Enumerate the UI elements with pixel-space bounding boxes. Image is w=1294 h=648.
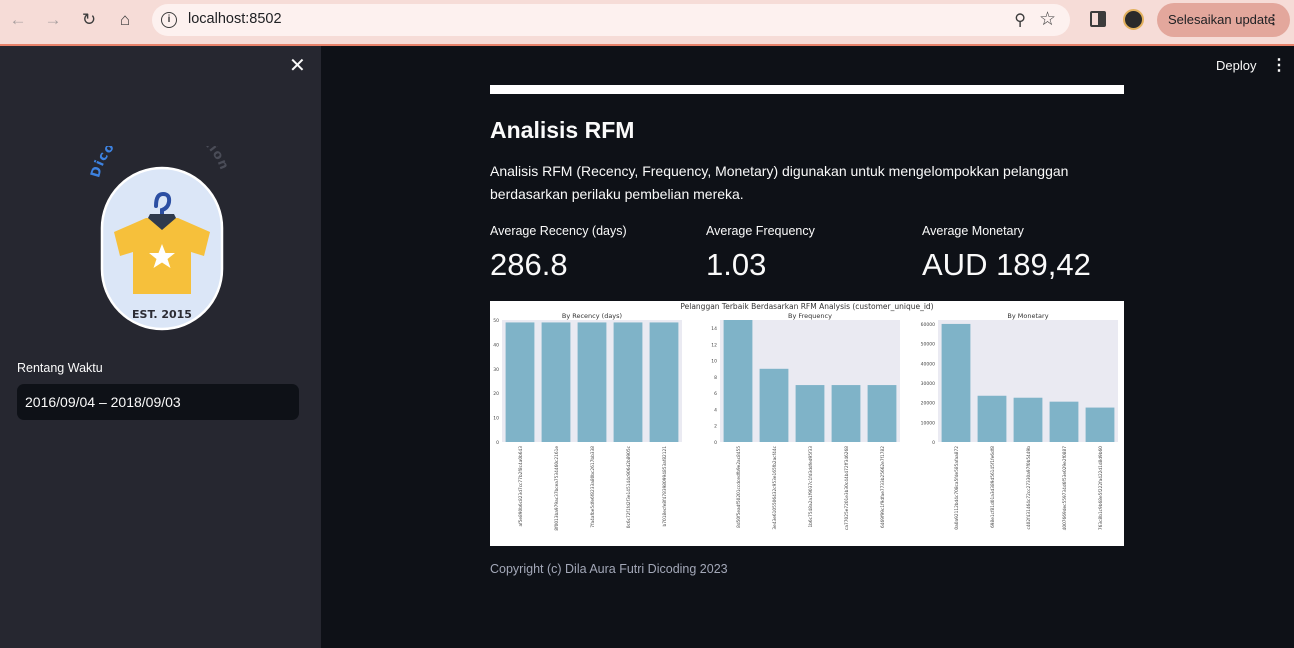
y-tick-label: 2 bbox=[714, 424, 717, 430]
bar bbox=[649, 322, 679, 442]
y-tick-label: 10000 bbox=[921, 420, 935, 426]
deploy-button[interactable]: Deploy bbox=[1208, 56, 1264, 75]
dicoding-collection-logo: Dicoding Collection EST. 2015 bbox=[88, 146, 231, 331]
main-menu-icon[interactable]: ⋮ bbox=[1271, 55, 1287, 75]
bookmark-star-icon[interactable]: ☆ bbox=[1039, 8, 1056, 31]
copyright-text: Copyright (c) Dila Aura Futri Dicoding 2… bbox=[490, 562, 728, 576]
address-bar[interactable]: i localhost:8502 ⚲ ☆ bbox=[152, 4, 1070, 36]
bar bbox=[1085, 407, 1115, 442]
x-tick-label: 0c6c72f1fd2f3e145144c906d2b8905c bbox=[626, 445, 632, 528]
metric-recency-label: Average Recency (days) bbox=[490, 224, 627, 238]
x-tick-label: 3e43e6105506432c953e165fb2acf44c bbox=[772, 445, 778, 529]
x-tick-label: 698e1cf81d01a3d389d56145f1fe6df8 bbox=[990, 446, 996, 528]
y-tick-label: 0 bbox=[714, 440, 717, 446]
x-tick-label: 7fa4afbe5dfe6f8233a80bc2617bb338 bbox=[590, 446, 596, 528]
date-range-label: Rentang Waktu bbox=[17, 361, 103, 375]
metric-frequency-value: 1.03 bbox=[706, 247, 767, 282]
side-panel-icon[interactable] bbox=[1090, 11, 1106, 27]
x-tick-label: 8d50f5eadf50201ccdcedfb9e2ac8455 bbox=[736, 446, 742, 528]
bar bbox=[577, 322, 607, 442]
browser-toolbar: ← → ↻ ⌂ i localhost:8502 ⚲ ☆ Selesaikan … bbox=[0, 0, 1294, 46]
date-range-input[interactable]: 2016/09/04 – 2018/09/03 bbox=[17, 384, 299, 420]
y-tick-label: 0 bbox=[932, 440, 935, 446]
y-tick-label: 30 bbox=[493, 367, 499, 373]
rfm-chart-svg: Pelanggan Terbaik Berdasarkan RFM Analys… bbox=[493, 302, 1118, 531]
x-tick-label: 4007669dec559734d6f53e029e2f0887 bbox=[1062, 446, 1068, 531]
forward-icon[interactable]: → bbox=[41, 8, 65, 32]
rfm-chart: Pelanggan Terbaik Berdasarkan RFM Analys… bbox=[490, 301, 1124, 546]
metric-monetary-value: AUD 189,42 bbox=[922, 247, 1091, 282]
y-tick-label: 8 bbox=[714, 375, 717, 381]
x-tick-label: 0a0a92112bd4c708ca5fde585afaa872 bbox=[954, 446, 960, 530]
bar bbox=[759, 368, 789, 442]
x-tick-label: af5e890b6c823d7cc77b2f8c4a0b643 bbox=[518, 446, 524, 527]
x-tick-label: 1b6c7548a2a1f9037c1fd3ddfed95f33 bbox=[808, 446, 814, 528]
sidebar: ✕ Dicoding Collection EST. 2015 Rentang … bbox=[0, 46, 321, 648]
metric-frequency: Average Frequency 1.03 bbox=[706, 224, 815, 283]
y-tick-label: 14 bbox=[711, 326, 717, 332]
y-tick-label: 12 bbox=[711, 342, 717, 348]
bar bbox=[541, 322, 571, 442]
site-info-icon[interactable]: i bbox=[161, 12, 177, 28]
logo-est-text: EST. 2015 bbox=[132, 308, 192, 321]
y-tick-label: 10 bbox=[711, 359, 717, 365]
y-tick-label: 20 bbox=[493, 391, 499, 397]
bar bbox=[941, 323, 971, 442]
y-tick-label: 40000 bbox=[921, 361, 935, 367]
y-tick-label: 30000 bbox=[921, 381, 935, 387]
bar bbox=[723, 320, 753, 442]
bar bbox=[1013, 397, 1043, 442]
page-description: Analisis RFM (Recency, Frequency, Moneta… bbox=[490, 163, 1069, 202]
back-icon[interactable]: ← bbox=[6, 8, 30, 32]
metric-monetary: Average Monetary AUD 189,42 bbox=[922, 224, 1091, 283]
chart-title: Pelanggan Terbaik Berdasarkan RFM Analys… bbox=[680, 302, 933, 311]
bar bbox=[613, 322, 643, 442]
close-sidebar-icon[interactable]: ✕ bbox=[289, 56, 306, 76]
y-tick-label: 0 bbox=[496, 440, 499, 446]
subplot-title: By Recency (days) bbox=[562, 312, 622, 320]
metric-recency-value: 286.8 bbox=[490, 247, 568, 282]
metric-frequency-label: Average Frequency bbox=[706, 224, 815, 238]
subplot-title: By Frequency bbox=[788, 312, 832, 320]
update-button[interactable]: Selesaikan update ⋮ bbox=[1157, 3, 1290, 37]
home-icon[interactable]: ⌂ bbox=[113, 8, 137, 32]
zoom-icon[interactable]: ⚲ bbox=[1014, 10, 1026, 30]
y-tick-label: 6 bbox=[714, 391, 717, 397]
y-tick-label: 20000 bbox=[921, 401, 935, 407]
y-tick-label: 50 bbox=[493, 318, 499, 324]
x-tick-label: 763c8b1c9b68e5f222fa422d1d8d9b60 bbox=[1098, 446, 1104, 530]
profile-avatar[interactable] bbox=[1123, 9, 1144, 30]
bar bbox=[977, 395, 1007, 442]
bar bbox=[867, 385, 897, 442]
metric-monetary-label: Average Monetary bbox=[922, 224, 1024, 238]
x-tick-label: 8f0013ba979ac37bcea7534460c2161e bbox=[554, 446, 560, 531]
subplot-title: By Monetary bbox=[1007, 312, 1048, 320]
metric-recency: Average Recency (days) 286.8 bbox=[490, 224, 627, 283]
x-tick-label: 6469f99c1f9dfae7733b25662e7f1782 bbox=[880, 446, 886, 528]
x-tick-label: c402f431464c72cc27330a97f0b5449b bbox=[1026, 446, 1032, 530]
x-tick-label: ca77025e7201e3b30c44b472ff346268 bbox=[844, 446, 850, 530]
y-tick-label: 50000 bbox=[921, 342, 935, 348]
page-title: Analisis RFM bbox=[490, 117, 635, 143]
reload-icon[interactable]: ↻ bbox=[77, 8, 101, 32]
more-vert-icon[interactable]: ⋮ bbox=[1267, 3, 1280, 37]
update-button-label: Selesaikan update bbox=[1168, 12, 1275, 27]
y-tick-label: 10 bbox=[493, 416, 499, 422]
y-tick-label: 60000 bbox=[921, 322, 935, 328]
bar bbox=[831, 385, 861, 442]
y-tick-label: 40 bbox=[493, 342, 499, 348]
url-text[interactable]: localhost:8502 bbox=[188, 11, 282, 27]
y-tick-label: 4 bbox=[714, 407, 717, 413]
header-divider bbox=[490, 85, 1124, 94]
bar bbox=[795, 385, 825, 442]
bar bbox=[1049, 401, 1079, 442]
x-tick-label: b7018ecfe8f4783980994853af82121 bbox=[662, 446, 668, 527]
bar bbox=[505, 322, 535, 442]
